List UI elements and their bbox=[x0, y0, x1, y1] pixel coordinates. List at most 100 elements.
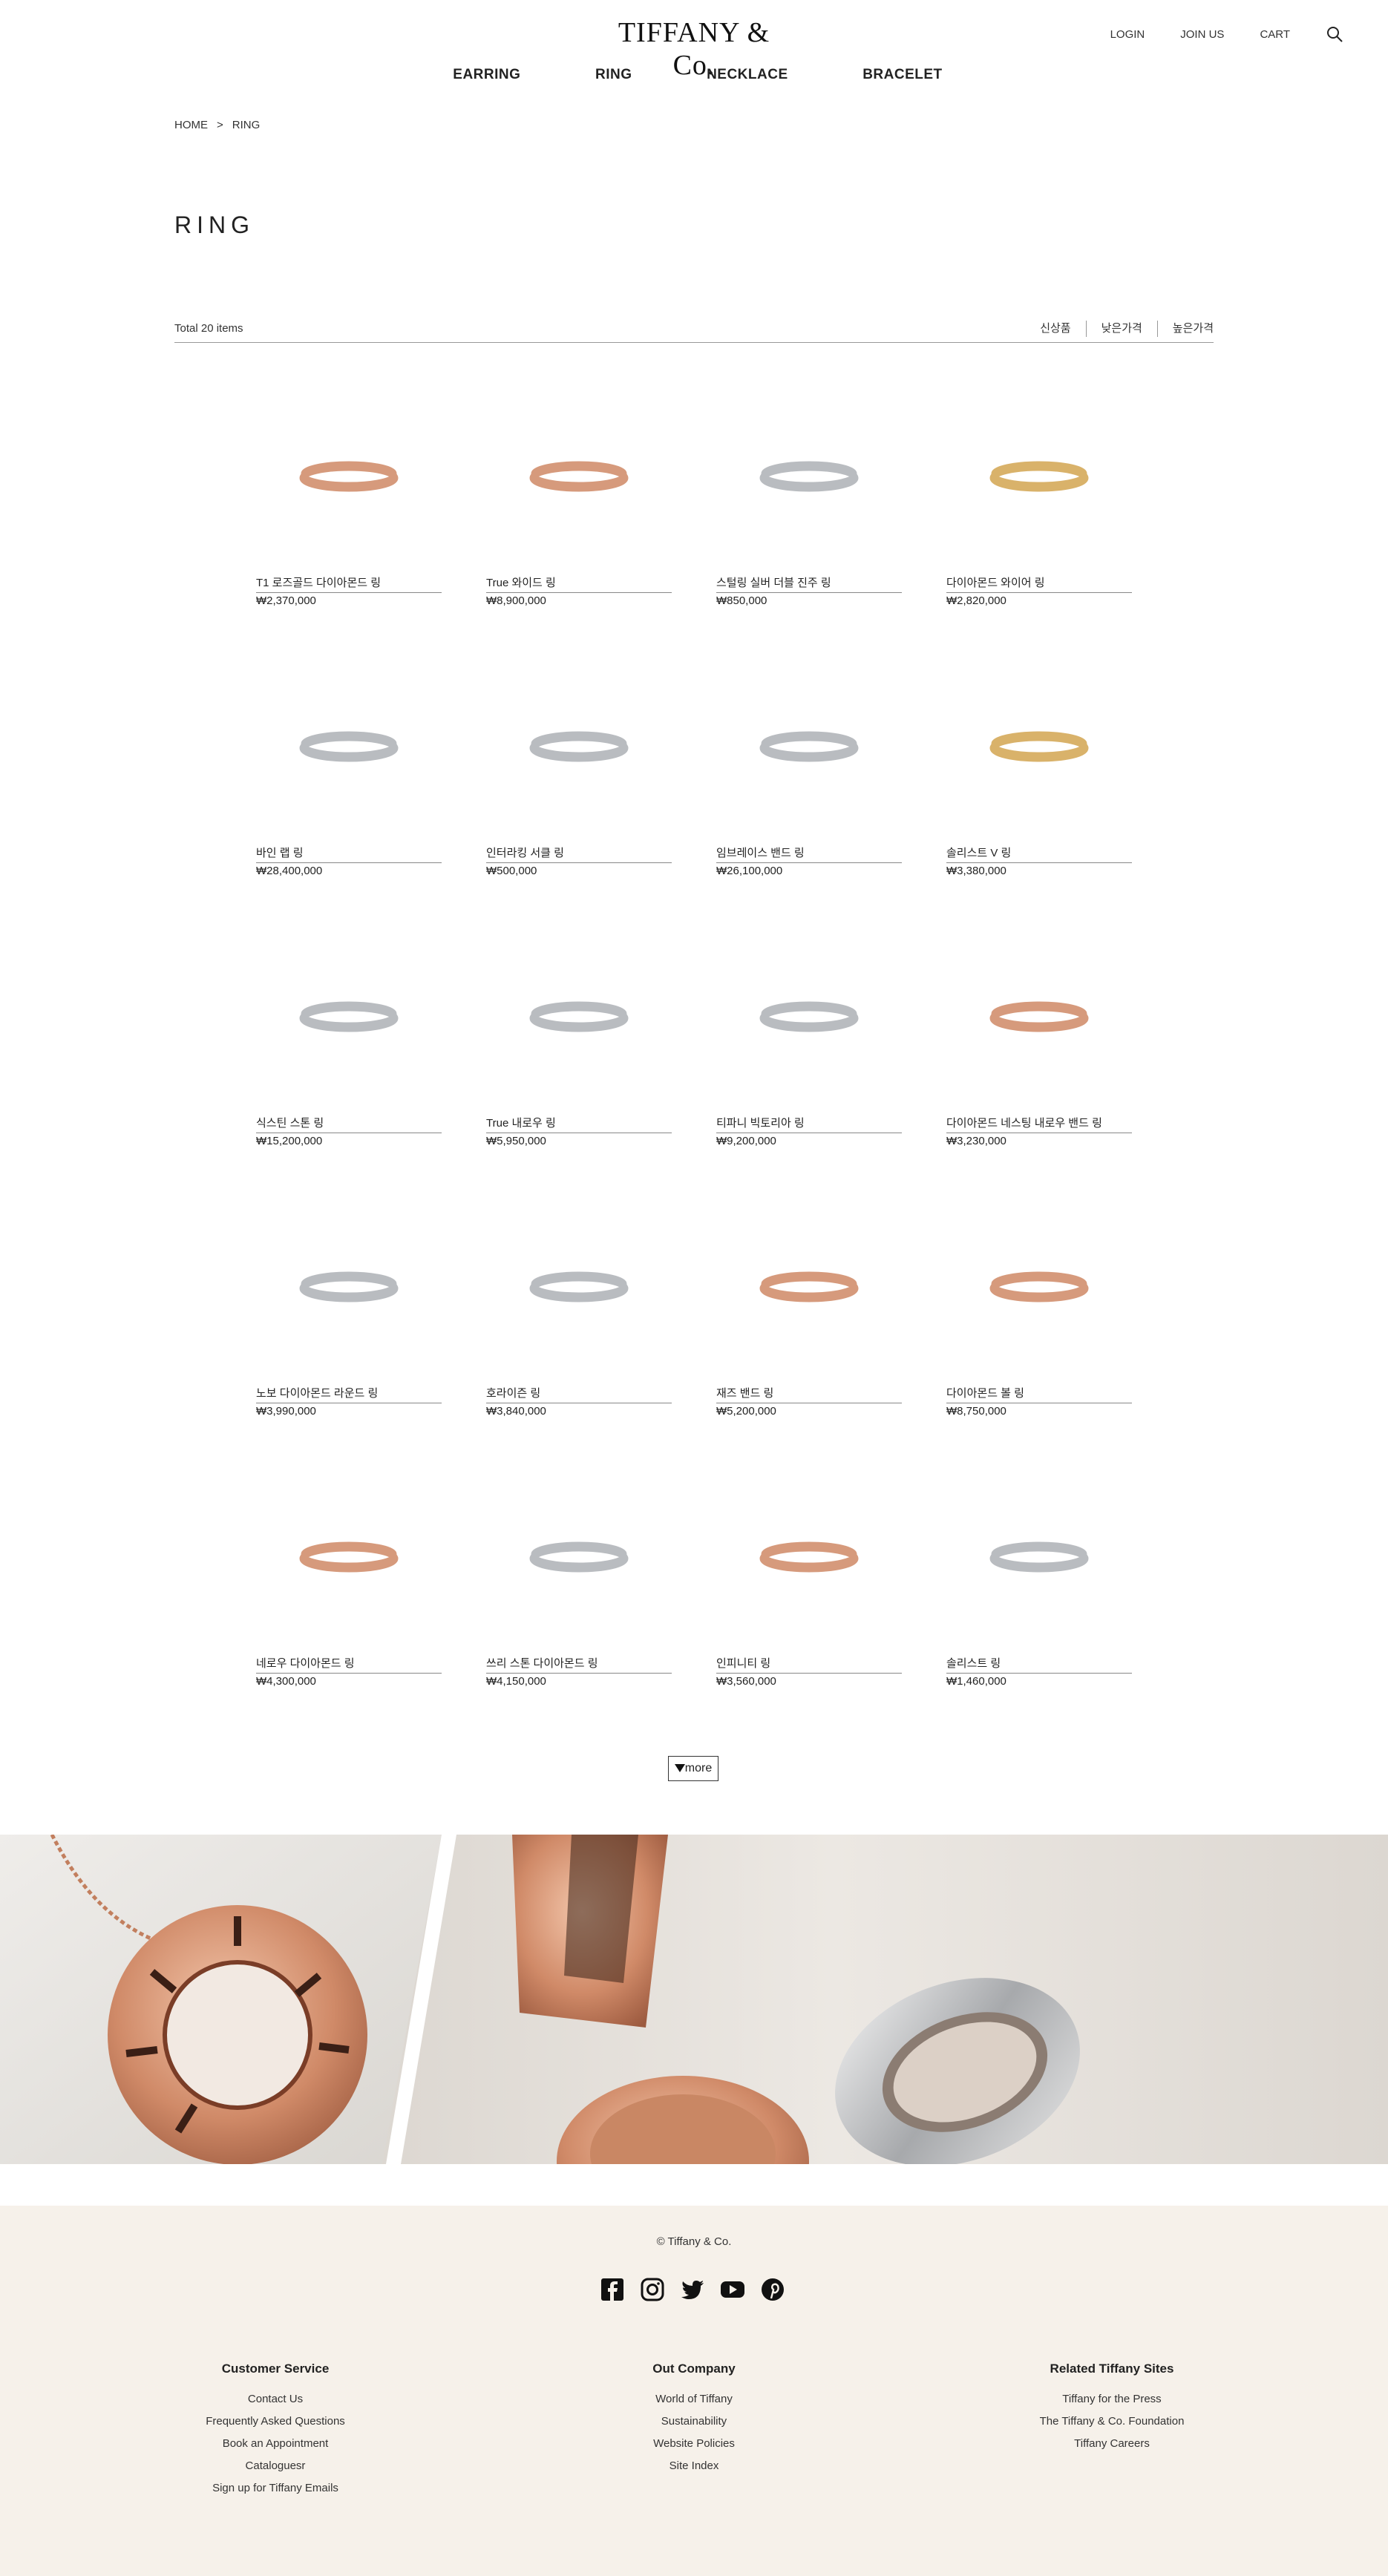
product-name[interactable]: 노보 다이아몬드 라운드 링 bbox=[256, 1385, 442, 1403]
nav-ring[interactable]: RING bbox=[595, 67, 632, 83]
join-link[interactable]: JOIN US bbox=[1180, 28, 1224, 41]
more-button[interactable]: more bbox=[668, 1756, 718, 1781]
sort-newest[interactable]: 신상품 bbox=[1025, 321, 1085, 337]
sort-low-price[interactable]: 낮은가격 bbox=[1085, 320, 1157, 337]
product-card[interactable]: 인터라킹 서클 링 ₩500,000 bbox=[486, 656, 672, 893]
product-name[interactable]: 호라이즌 링 bbox=[486, 1385, 672, 1403]
product-name[interactable]: 임브레이스 밴드 링 bbox=[716, 845, 902, 863]
product-card[interactable]: 다이아몬드 볼 링 ₩8,750,000 bbox=[946, 1196, 1132, 1433]
product-card[interactable]: 쓰리 스톤 다이아몬드 링 ₩4,150,000 bbox=[486, 1466, 672, 1703]
product-card[interactable]: True 내로우 링 ₩5,950,000 bbox=[486, 926, 672, 1163]
product-card[interactable]: 식스틴 스톤 링 ₩15,200,000 bbox=[256, 926, 442, 1163]
footer-link-foundation[interactable]: The Tiffany & Co. Foundation bbox=[963, 2411, 1260, 2433]
ring-image[interactable] bbox=[946, 656, 1132, 842]
footer-heading: Customer Service bbox=[221, 2362, 330, 2376]
instagram-icon[interactable] bbox=[640, 2277, 665, 2302]
ring-image[interactable] bbox=[256, 1466, 442, 1652]
ring-image[interactable] bbox=[716, 656, 902, 842]
product-card[interactable]: 재즈 밴드 링 ₩5,200,000 bbox=[716, 1196, 902, 1433]
product-card[interactable]: 다이아몬드 네스팅 내로우 밴드 링 ₩3,230,000 bbox=[946, 926, 1132, 1163]
product-card[interactable]: 임브레이스 밴드 링 ₩26,100,000 bbox=[716, 656, 902, 893]
product-name[interactable]: 네로우 다이아몬드 링 bbox=[256, 1655, 442, 1674]
ring-image[interactable] bbox=[716, 926, 902, 1112]
ring-image[interactable] bbox=[486, 656, 672, 842]
product-name[interactable]: 재즈 밴드 링 bbox=[716, 1385, 902, 1403]
ring-image[interactable] bbox=[946, 1466, 1132, 1652]
footer-link-careers[interactable]: Tiffany Careers bbox=[963, 2433, 1260, 2455]
footer-column-company: Out Company World of Tiffany Sustainabil… bbox=[546, 2362, 842, 2477]
product-name[interactable]: 다이아몬드 와이어 링 bbox=[946, 574, 1132, 593]
footer-link-world[interactable]: World of Tiffany bbox=[546, 2388, 842, 2411]
ring-image[interactable] bbox=[486, 386, 672, 571]
product-card[interactable]: True 와이드 링 ₩8,900,000 bbox=[486, 386, 672, 623]
footer-link-catalogue[interactable]: Cataloguesr bbox=[127, 2455, 424, 2477]
footer-link-press[interactable]: Tiffany for the Press bbox=[963, 2388, 1260, 2411]
product-price: ₩3,380,000 bbox=[946, 865, 1006, 877]
product-price: ₩3,990,000 bbox=[256, 1405, 316, 1418]
facebook-icon[interactable] bbox=[600, 2277, 625, 2302]
cart-link[interactable]: CART bbox=[1260, 28, 1290, 41]
product-card[interactable]: T1 로즈골드 다이아몬드 링 ₩2,370,000 bbox=[256, 386, 442, 623]
ring-image[interactable] bbox=[946, 386, 1132, 571]
footer-link-appointment[interactable]: Book an Appointment bbox=[127, 2433, 424, 2455]
footer-link-emails[interactable]: Sign up for Tiffany Emails bbox=[127, 2477, 424, 2500]
product-name[interactable]: 식스틴 스톤 링 bbox=[256, 1115, 442, 1133]
breadcrumb-home[interactable]: HOME bbox=[174, 119, 208, 131]
product-card[interactable]: 다이아몬드 와이어 링 ₩2,820,000 bbox=[946, 386, 1132, 623]
product-name[interactable]: 스털링 실버 더블 진주 링 bbox=[716, 574, 902, 593]
footer-link-policies[interactable]: Website Policies bbox=[546, 2433, 842, 2455]
product-name[interactable]: 다이아몬드 볼 링 bbox=[946, 1385, 1132, 1403]
product-card[interactable]: 인피니티 링 ₩3,560,000 bbox=[716, 1466, 902, 1703]
sort-high-price[interactable]: 높은가격 bbox=[1156, 320, 1214, 337]
product-card[interactable]: 솔리스트 V 링 ₩3,380,000 bbox=[946, 656, 1132, 893]
product-name[interactable]: 티파니 빅토리아 링 bbox=[716, 1115, 902, 1133]
ring-image[interactable] bbox=[256, 926, 442, 1112]
product-card[interactable]: 티파니 빅토리아 링 ₩9,200,000 bbox=[716, 926, 902, 1163]
product-card[interactable]: 노보 다이아몬드 라운드 링 ₩3,990,000 bbox=[256, 1196, 442, 1433]
product-card[interactable]: 바인 랩 링 ₩28,400,000 bbox=[256, 656, 442, 893]
pinterest-icon[interactable] bbox=[760, 2277, 785, 2302]
footer-link-sustainability[interactable]: Sustainability bbox=[546, 2411, 842, 2433]
nav-necklace[interactable]: NECKLACE bbox=[707, 67, 788, 83]
product-name[interactable]: 인터라킹 서클 링 bbox=[486, 845, 672, 863]
product-name[interactable]: T1 로즈골드 다이아몬드 링 bbox=[256, 574, 442, 593]
product-grid: T1 로즈골드 다이아몬드 링 ₩2,370,000 True 와이드 링 ₩8… bbox=[256, 386, 1132, 1703]
product-name[interactable]: 다이아몬드 네스팅 내로우 밴드 링 bbox=[946, 1115, 1132, 1133]
product-name[interactable]: 솔리스트 V 링 bbox=[946, 845, 1132, 863]
ring-image[interactable] bbox=[716, 1196, 902, 1382]
search-icon[interactable] bbox=[1326, 25, 1343, 43]
youtube-icon[interactable] bbox=[720, 2277, 745, 2302]
product-card[interactable]: 네로우 다이아몬드 링 ₩4,300,000 bbox=[256, 1466, 442, 1703]
product-name[interactable]: True 내로우 링 bbox=[486, 1115, 672, 1133]
ring-image[interactable] bbox=[486, 1196, 672, 1382]
ring-image[interactable] bbox=[946, 926, 1132, 1112]
footer-link-site-index[interactable]: Site Index bbox=[546, 2455, 842, 2477]
nav-earring[interactable]: EARRING bbox=[453, 67, 520, 83]
product-card[interactable]: 솔리스트 링 ₩1,460,000 bbox=[946, 1466, 1132, 1703]
ring-image[interactable] bbox=[486, 1466, 672, 1652]
ring-image[interactable] bbox=[716, 386, 902, 571]
breadcrumb-current[interactable]: RING bbox=[232, 119, 261, 131]
ring-image[interactable] bbox=[946, 1196, 1132, 1382]
product-card[interactable]: 스털링 실버 더블 진주 링 ₩850,000 bbox=[716, 386, 902, 623]
nav-bracelet[interactable]: BRACELET bbox=[862, 67, 942, 83]
footer-link-faq[interactable]: Frequently Asked Questions bbox=[127, 2411, 424, 2433]
product-card[interactable]: 호라이즌 링 ₩3,840,000 bbox=[486, 1196, 672, 1433]
ring-image[interactable] bbox=[256, 656, 442, 842]
login-link[interactable]: LOGIN bbox=[1110, 28, 1145, 41]
twitter-icon[interactable] bbox=[680, 2277, 705, 2302]
footer-column-customer-service: Customer Service Contact Us Frequently A… bbox=[127, 2362, 424, 2500]
ring-image[interactable] bbox=[486, 926, 672, 1112]
product-name[interactable]: True 와이드 링 bbox=[486, 574, 672, 593]
footer-link-contact[interactable]: Contact Us bbox=[127, 2388, 424, 2411]
promo-banner-image[interactable] bbox=[0, 1835, 1388, 2164]
product-name[interactable]: 솔리스트 링 bbox=[946, 1655, 1132, 1674]
footer-column-related-sites: Related Tiffany Sites Tiffany for the Pr… bbox=[963, 2362, 1260, 2455]
more-label: more bbox=[684, 1762, 713, 1774]
product-name[interactable]: 쓰리 스톤 다이아몬드 링 bbox=[486, 1655, 672, 1674]
product-name[interactable]: 인피니티 링 bbox=[716, 1655, 902, 1674]
ring-image[interactable] bbox=[256, 1196, 442, 1382]
product-name[interactable]: 바인 랩 링 bbox=[256, 845, 442, 863]
ring-image[interactable] bbox=[256, 386, 442, 571]
ring-image[interactable] bbox=[716, 1466, 902, 1652]
